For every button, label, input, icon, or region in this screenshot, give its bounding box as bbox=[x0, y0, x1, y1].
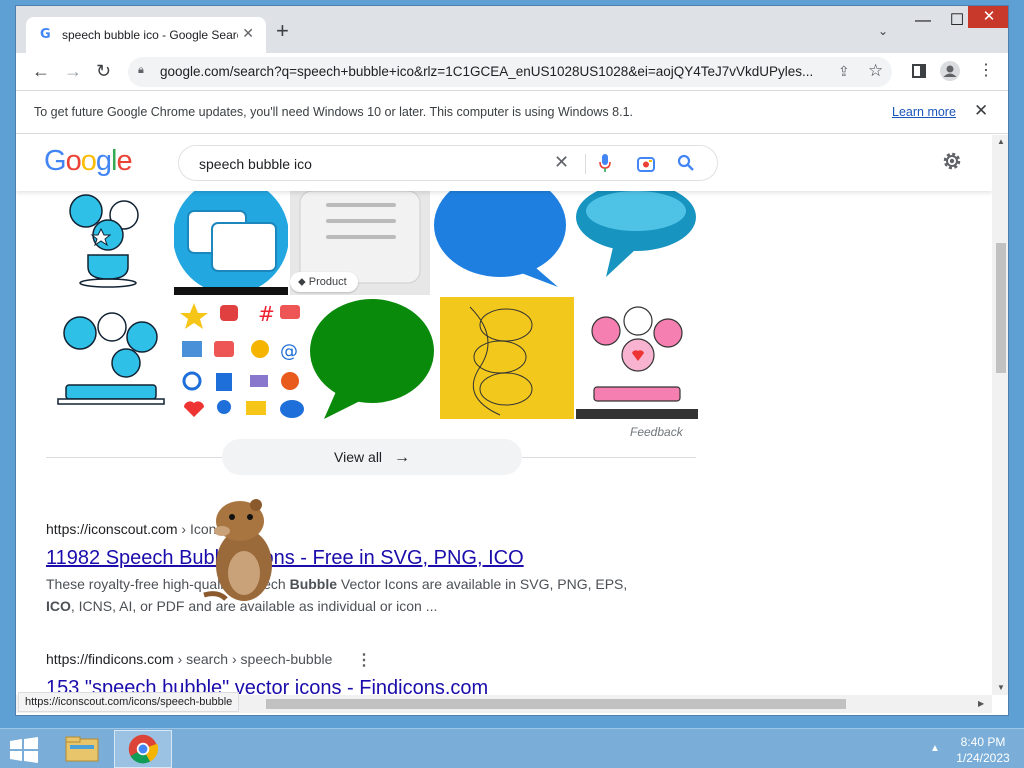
product-chip[interactable]: ⬥ Product bbox=[290, 272, 358, 292]
browser-toolbar: ← → ↻ 🔒︎ google.com/search?q=speech+bubb… bbox=[16, 53, 1008, 91]
search-box[interactable]: speech bubble ico ✕ bbox=[178, 145, 718, 181]
scroll-up-arrow-icon[interactable]: ▲ bbox=[997, 137, 1005, 146]
image-result-colorful-icons-set[interactable]: # @ bbox=[174, 297, 308, 419]
image-result-blue-circle-chat[interactable] bbox=[174, 191, 288, 295]
microphone-icon[interactable] bbox=[599, 154, 611, 173]
file-explorer-icon[interactable] bbox=[58, 731, 106, 767]
search-results-page: Google speech bubble ico ✕ ⬥ Product # @… bbox=[16, 135, 992, 695]
back-arrow-icon[interactable]: ← bbox=[32, 61, 50, 81]
windows-start-icon[interactable] bbox=[10, 737, 38, 763]
image-result-yellow-line-bubbles[interactable] bbox=[440, 297, 574, 419]
address-bar-url[interactable]: google.com/search?q=speech+bubble+ico&rl… bbox=[160, 64, 820, 79]
update-infobar: To get future Google Chrome updates, you… bbox=[16, 92, 1008, 134]
horizontal-scroll-thumb[interactable] bbox=[266, 699, 846, 709]
images-feedback-link[interactable]: Feedback bbox=[630, 425, 683, 439]
result-cite[interactable]: https://iconscout.com › Icons bbox=[46, 521, 223, 537]
result-cite[interactable]: https://findicons.com › search › speech-… bbox=[46, 651, 332, 667]
logo-letter: g bbox=[95, 145, 112, 177]
learn-more-link[interactable]: Learn more bbox=[892, 105, 956, 119]
tab-search-chevron-icon[interactable]: ⌄ bbox=[878, 24, 888, 38]
image-result-green-bubble[interactable] bbox=[310, 297, 436, 419]
result-snippet: These royalty-free high-quality Speech B… bbox=[46, 573, 646, 617]
result-site: https://findicons.com bbox=[46, 651, 174, 667]
vertical-scrollbar[interactable]: ▲ ▼ bbox=[992, 135, 1008, 695]
result-more-options-icon[interactable]: ⋮ bbox=[356, 650, 372, 670]
chrome-window: G speech bubble ico - Google Search ✕ + … bbox=[15, 5, 1009, 716]
logo-letter: G bbox=[44, 145, 67, 177]
hamster-mascot-image bbox=[203, 499, 272, 601]
logo-letter: e bbox=[116, 145, 132, 177]
tab-close-icon[interactable]: ✕ bbox=[242, 25, 254, 42]
snippet-bold: Bubble bbox=[289, 576, 338, 592]
image-result-blue-bubbles-laptop[interactable] bbox=[46, 297, 172, 419]
logo-letter: o bbox=[65, 145, 82, 177]
clock-time[interactable]: 8:40 PM bbox=[958, 735, 1008, 749]
scroll-down-arrow-icon[interactable]: ▼ bbox=[997, 683, 1005, 692]
svg-text:@: @ bbox=[280, 341, 298, 362]
camera-lens-icon[interactable] bbox=[637, 155, 655, 173]
google-header: Google speech bubble ico ✕ bbox=[16, 135, 992, 191]
menu-kebab-icon[interactable]: ⋮ bbox=[978, 61, 994, 81]
logo-letter: o bbox=[80, 145, 97, 177]
infobar-message: To get future Google Chrome updates, you… bbox=[34, 105, 633, 119]
forward-arrow-icon[interactable]: → bbox=[64, 61, 82, 81]
tab-title: speech bubble ico - Google Search bbox=[62, 28, 238, 42]
vertical-scroll-thumb[interactable] bbox=[996, 243, 1006, 373]
arrow-right-icon: → bbox=[393, 449, 410, 466]
product-chip-label: Product bbox=[308, 276, 347, 288]
windows-taskbar: ▲ 8:40 PM 1/24/2023 bbox=[0, 728, 1024, 768]
share-icon[interactable]: ⇪ bbox=[838, 63, 850, 80]
clock-date[interactable]: 1/24/2023 bbox=[952, 751, 1014, 765]
result-site: https://iconscout.com bbox=[46, 521, 178, 537]
search-divider bbox=[585, 154, 586, 174]
tab-strip: G speech bubble ico - Google Search ✕ + … bbox=[16, 6, 1008, 53]
tag-icon: ⬥ bbox=[298, 276, 309, 288]
side-panel-icon[interactable] bbox=[912, 64, 926, 78]
minimize-button[interactable]: — bbox=[906, 6, 940, 36]
snippet-text: Vector Icons are available in SVG, PNG, … bbox=[337, 576, 628, 592]
bookmark-star-icon[interactable]: ☆ bbox=[868, 61, 883, 81]
profile-avatar-icon[interactable] bbox=[940, 61, 960, 81]
google-favicon-icon: G bbox=[40, 27, 51, 42]
status-bar-url: https://iconscout.com/icons/speech-bubbl… bbox=[18, 692, 240, 712]
svg-text:#: # bbox=[258, 302, 275, 326]
chrome-icon bbox=[128, 734, 159, 764]
search-icon[interactable] bbox=[677, 154, 695, 172]
image-result-blue-glossy-bubble[interactable] bbox=[432, 191, 572, 295]
image-result-pink-bubbles-laptop[interactable] bbox=[576, 297, 698, 419]
tray-overflow-icon[interactable]: ▲ bbox=[930, 743, 940, 754]
address-bar[interactable]: 🔒︎ google.com/search?q=speech+bubble+ico… bbox=[128, 57, 892, 87]
image-result-blue-bubbles-cup[interactable] bbox=[46, 191, 172, 295]
infobar-close-icon[interactable]: ✕ bbox=[974, 101, 988, 121]
view-all-label: View all bbox=[334, 449, 383, 465]
result-path: › search › speech-bubble bbox=[173, 651, 333, 667]
google-logo[interactable]: Google bbox=[44, 145, 133, 178]
tab-google-search[interactable]: G speech bubble ico - Google Search ✕ bbox=[26, 17, 266, 53]
reload-icon[interactable]: ↻ bbox=[96, 61, 111, 81]
image-result-teal-3d-bubble[interactable] bbox=[574, 191, 698, 295]
settings-gear-icon[interactable] bbox=[940, 149, 964, 173]
taskbar-chrome-button[interactable] bbox=[114, 730, 172, 768]
view-all-button[interactable]: View all → bbox=[222, 439, 522, 475]
clear-search-icon[interactable]: ✕ bbox=[554, 152, 569, 173]
lock-icon[interactable]: 🔒︎ bbox=[138, 64, 144, 77]
snippet-bold: ICO bbox=[46, 598, 71, 614]
new-tab-button[interactable]: + bbox=[276, 20, 289, 42]
scroll-right-arrow-icon[interactable]: ▶ bbox=[978, 699, 984, 708]
search-input[interactable]: speech bubble ico bbox=[199, 156, 312, 172]
close-window-button[interactable]: ✕ bbox=[968, 6, 1008, 28]
